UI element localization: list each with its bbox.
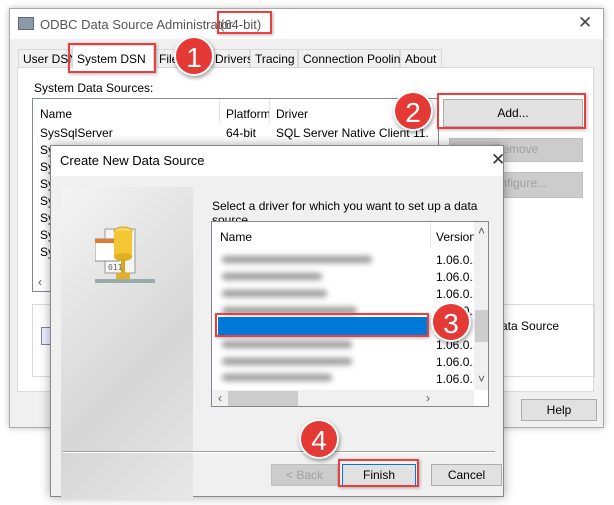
data-source-icon: 011 [95,226,155,283]
driver-name-blurred [222,256,372,263]
driver-version: 1.06.0... [436,270,480,284]
callout-2: 2 [393,91,433,131]
driver-version: 1.06.0... [436,253,480,267]
list-row[interactable]: SysSqlServer [40,126,113,140]
tab-tracing[interactable]: Tracing [250,49,298,68]
tab-about[interactable]: About [400,49,442,68]
back-button[interactable]: < Back [271,464,338,486]
scroll-down-icon[interactable]: ˅ [478,372,485,386]
highlight-selected-driver [215,313,429,337]
horizontal-scrollbar[interactable]: ‹ › [212,390,474,406]
svg-text:011: 011 [108,263,123,272]
vertical-scrollbar[interactable]: ˄ ˅ [474,222,488,390]
driver-version: 1.06.0... [436,355,480,369]
driver-version: 1.06.0... [436,287,480,301]
tab-drivers[interactable]: Drivers [210,49,253,68]
callout-3: 3 [431,302,471,342]
driver-name-blurred [222,290,327,297]
driver-name-blurred [222,358,352,365]
tab-connection-pooling[interactable]: Connection Pooling [298,49,407,68]
scroll-up-icon[interactable]: ˄ [478,224,485,238]
driver-name-blurred [222,341,352,348]
divider [63,451,495,453]
section-label: System Data Sources: [34,81,154,95]
highlight-finish-button [338,459,419,487]
row-platform: 64-bit [226,126,257,140]
driver-version: 1.06.0... [436,372,480,386]
dialog-title: Create New Data Source [60,153,205,168]
highlight-add-button [437,93,586,129]
scroll-thumb[interactable] [475,310,488,342]
scroll-left-icon[interactable]: ‹ [38,275,42,289]
dialog-title-bar: Create New Data Source ✕ [51,146,505,176]
driver-name-blurred [222,273,322,280]
info-text: ata Source [501,319,560,333]
tab-system-dsn[interactable]: System DSN [72,45,154,69]
highlight-title-suffix [217,11,272,34]
col-version[interactable]: Version [436,230,476,244]
scroll-right-icon[interactable]: › [426,391,430,405]
tab-user-dsn[interactable]: User DSN [18,49,77,68]
col-name[interactable]: Name [40,107,72,121]
close-icon[interactable]: ✕ [491,150,505,170]
scroll-thumb[interactable] [228,391,298,406]
scroll-left-icon[interactable]: ‹ [218,391,222,405]
col-name[interactable]: Name [220,230,252,244]
col-driver[interactable]: Driver [276,107,308,121]
driver-name-blurred [222,374,332,381]
callout-1: 1 [174,36,214,76]
col-platform[interactable]: Platform [226,107,271,121]
close-icon[interactable]: ✕ [578,13,592,33]
cancel-button[interactable]: Cancel [431,464,502,486]
title-bar: ODBC Data Source Administrator (64-bit) … [10,9,603,39]
callout-4: 4 [299,419,339,459]
help-button[interactable]: Help [521,399,597,421]
app-icon [18,17,34,30]
window-title: ODBC Data Source Administrator [40,17,233,32]
